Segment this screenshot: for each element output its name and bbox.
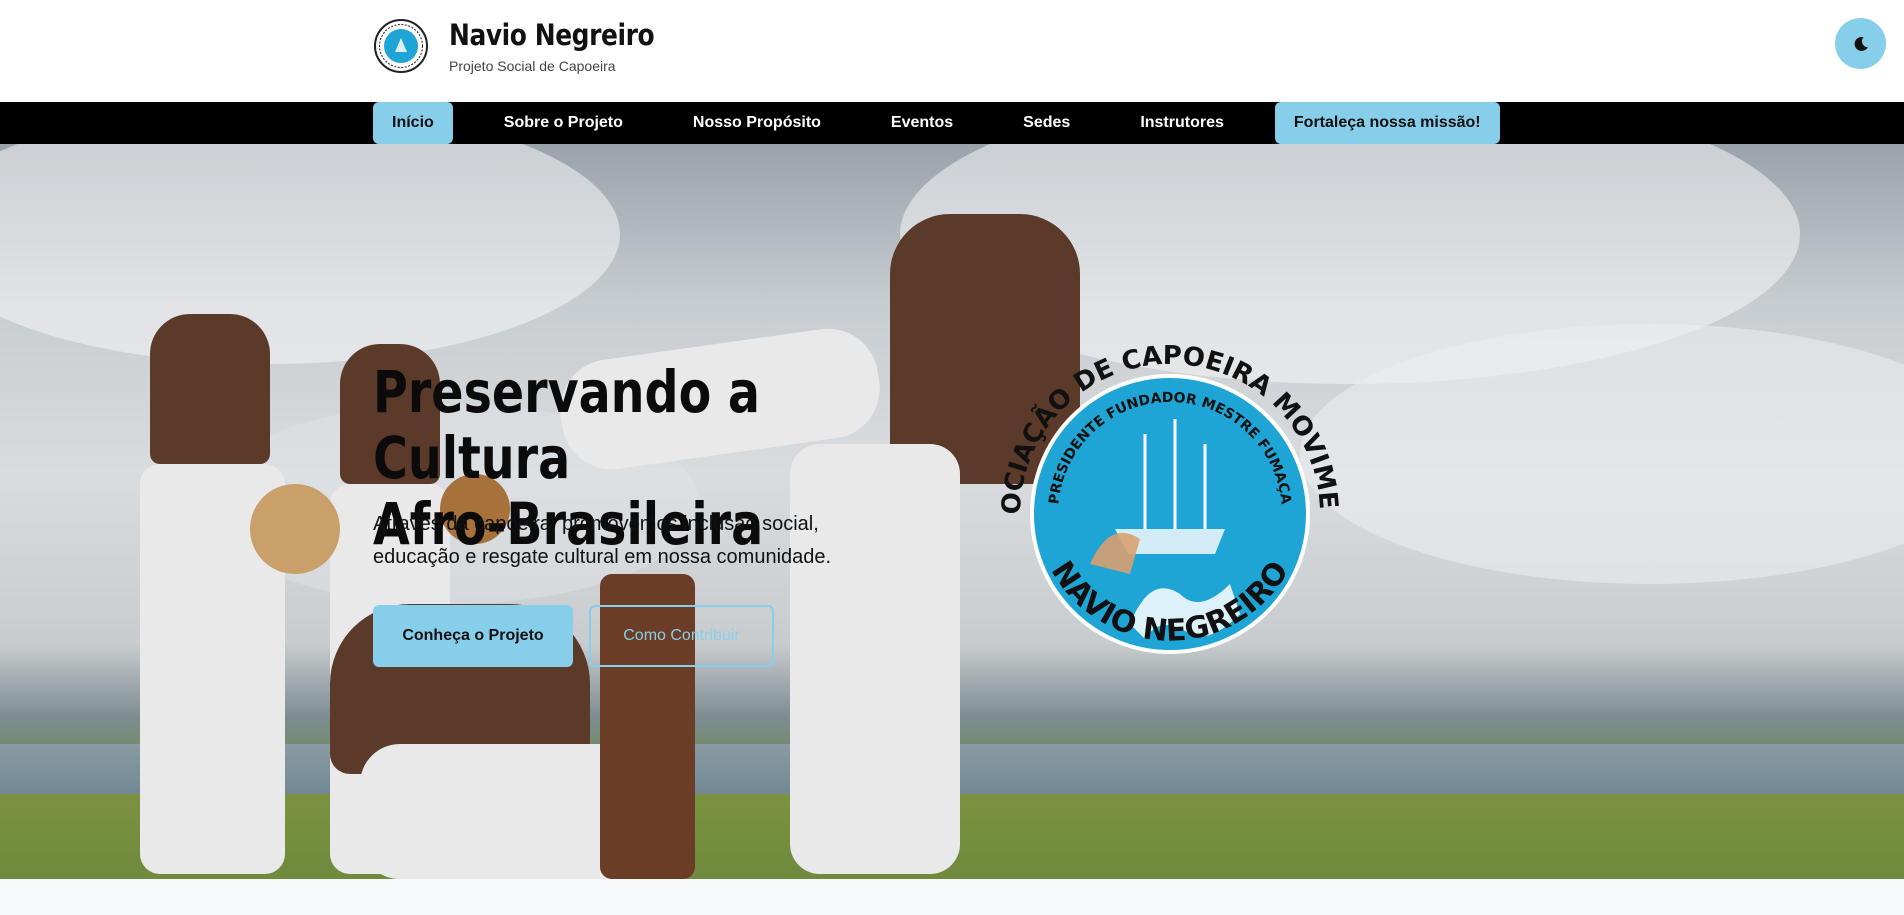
nav-item-inicio[interactable]: Início — [373, 102, 453, 144]
brand[interactable]: Navio Negreiro Projeto Social de Capoeir… — [373, 18, 688, 74]
hero-title-line1: Preservando a Cultura — [373, 358, 760, 492]
donate-cta-button[interactable]: Fortaleça nossa missão! — [1274, 102, 1500, 144]
how-to-contribute-button[interactable]: Como Contribuir — [589, 605, 774, 667]
hero-section: Preservando a Cultura Afro-Brasileira At… — [0, 144, 1904, 879]
site-subtitle: Projeto Social de Capoeira — [449, 58, 616, 74]
theme-toggle-button[interactable] — [1835, 18, 1886, 69]
nav-item-sedes[interactable]: Sedes — [1004, 102, 1089, 144]
site-header: Navio Negreiro Projeto Social de Capoeir… — [0, 0, 1904, 102]
moon-icon — [1854, 36, 1868, 51]
learn-project-button[interactable]: Conheça o Projeto — [373, 605, 573, 667]
nav-item-sobre[interactable]: Sobre o Projeto — [485, 102, 642, 144]
nav-item-proposito[interactable]: Nosso Propósito — [674, 102, 840, 144]
capoeira-association-logo-icon — [373, 18, 429, 74]
hero-description: Através da capoeira, promovemos inclusão… — [373, 513, 832, 568]
next-section-edge — [0, 879, 1904, 915]
site-title: Navio Negreiro — [449, 18, 655, 52]
association-emblem: ASSOCIAÇÃO DE CAPOEIRA MOVIMENTO PRESIDE… — [969, 291, 1360, 694]
nav-item-instrutores[interactable]: Instrutores — [1121, 102, 1243, 144]
main-nav: Início Sobre o Projeto Nosso Propósito E… — [0, 102, 1904, 144]
nav-item-eventos[interactable]: Eventos — [872, 102, 972, 144]
